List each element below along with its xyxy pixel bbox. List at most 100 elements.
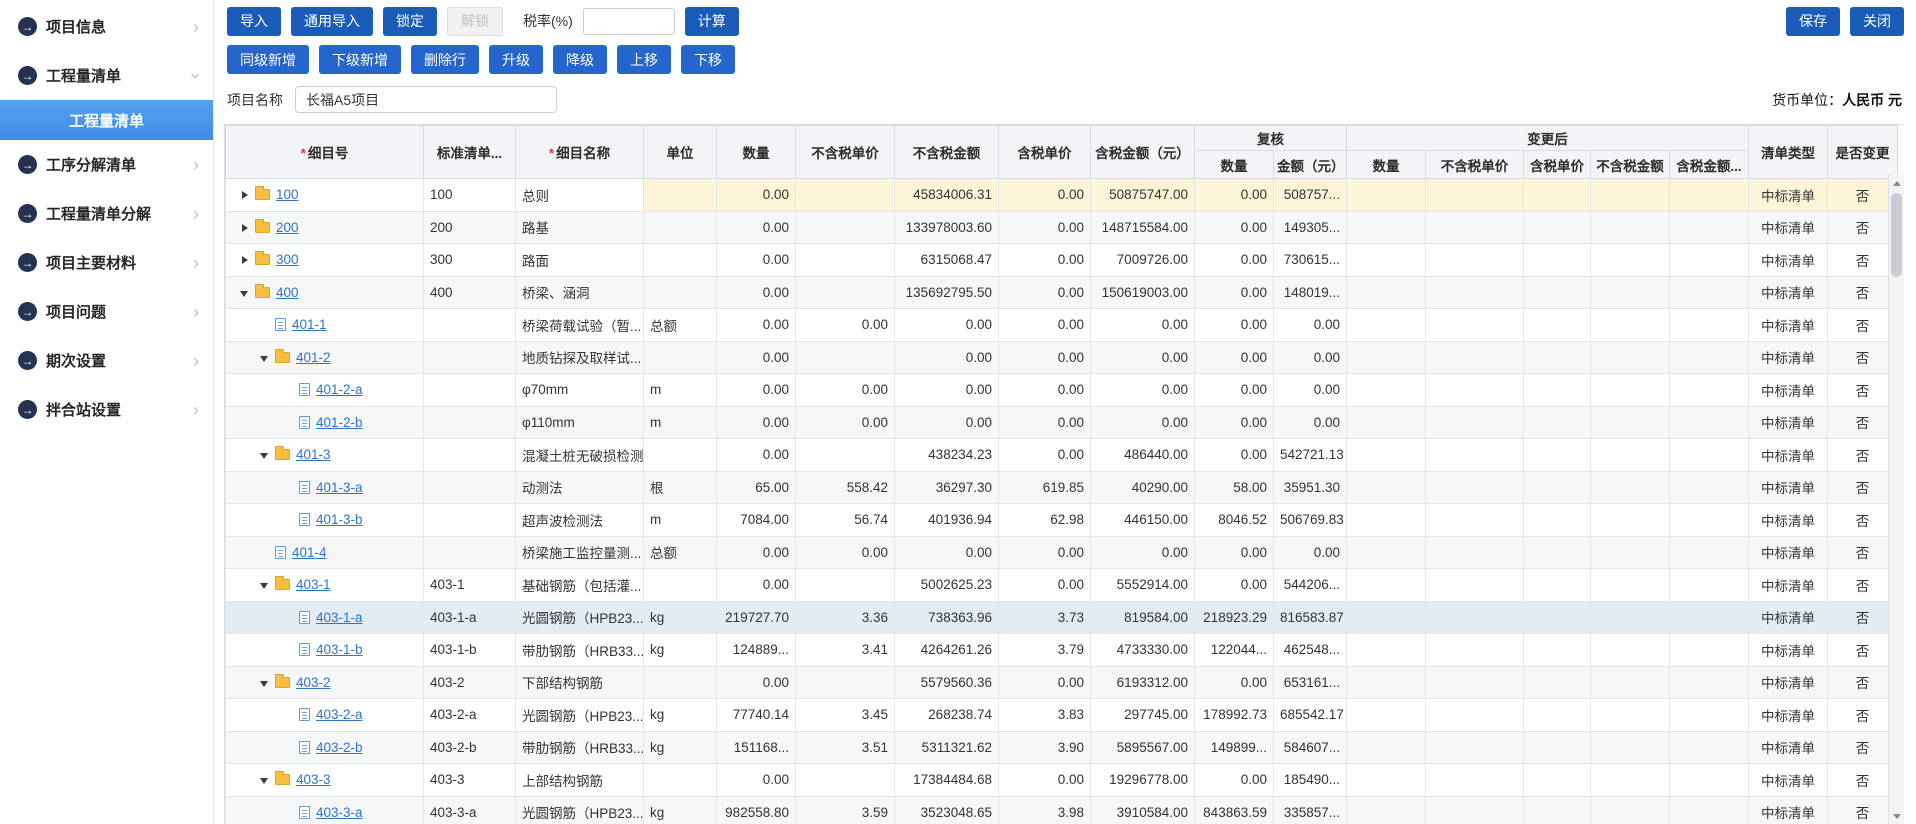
table-row[interactable]: 403-1-a403-1-a光圆钢筋（HPB23...kg219727.703.… [226,601,1898,634]
item-code-link[interactable]: 400 [276,285,299,300]
cell-review-qty: 218923.29 [1195,601,1274,634]
lock-button[interactable]: 锁定 [383,7,437,36]
downgrade-button[interactable]: 降级 [553,45,607,74]
table-row[interactable]: 401-3混凝土桩无破损检测0.00438234.230.00486440.00… [226,439,1898,472]
save-button[interactable]: 保存 [1786,7,1840,36]
cell-review-amount: 0.00 [1274,536,1347,569]
table-row[interactable]: 400400桥梁、涵洞0.00135692795.500.00150619003… [226,276,1898,309]
tree-caret-down-icon[interactable] [258,448,271,461]
close-button[interactable]: 关闭 [1850,7,1904,36]
item-code-link[interactable]: 403-3 [296,772,331,787]
item-code-link[interactable]: 403-3-a [316,805,363,820]
add-sibling-button[interactable]: 同级新增 [227,45,309,74]
sidebar-item-project-issues[interactable]: → 项目问题 › [0,287,213,336]
table-row[interactable]: 403-2-b403-2-b带肋钢筋（HRB33...kg151168...3.… [226,731,1898,764]
table-row[interactable]: 403-3403-3上部结构钢筋0.0017384484.680.0019296… [226,764,1898,797]
file-icon [299,513,310,526]
import-button[interactable]: 导入 [227,7,281,36]
scroll-up-arrow-icon[interactable] [1889,175,1904,191]
table-row[interactable]: 100100总则0.0045834006.310.0050875747.000.… [226,179,1898,212]
item-code-link[interactable]: 401-1 [292,317,327,332]
cell-price-inc-tax: 0.00 [999,764,1091,797]
table-row[interactable]: 403-2-a403-2-a光圆钢筋（HPB23...kg77740.143.4… [226,699,1898,732]
cell-changed-qty [1347,634,1426,667]
cell-unit [644,439,717,472]
cell-changed-price-ex-tax [1426,796,1524,824]
sidebar-item-main-materials[interactable]: → 项目主要材料 › [0,238,213,287]
cell-changed-amount-ex-tax [1591,276,1670,309]
col-header-price-ex-tax: 不含税单价 [796,126,895,179]
tree-caret-right-icon[interactable] [238,188,251,201]
cell-is-changed: 否 [1828,569,1898,602]
col-header-list-type: 清单类型 [1749,126,1828,179]
tree-caret-down-icon[interactable] [238,286,251,299]
add-child-button[interactable]: 下级新增 [319,45,401,74]
scrollbar-thumb[interactable] [1891,193,1902,277]
calculate-button[interactable]: 计算 [685,7,739,36]
cell-item-no: 403-1-a [226,601,424,634]
table-row[interactable]: 403-3-a403-3-a光圆钢筋（HPB23...kg982558.803.… [226,796,1898,824]
tree-caret-right-icon[interactable] [238,221,251,234]
item-code-link[interactable]: 200 [276,220,299,235]
item-code-link[interactable]: 403-1-b [316,642,363,657]
table-row[interactable]: 401-2-aφ70mmm0.000.000.000.000.000.000.0… [226,374,1898,407]
scroll-down-arrow-icon[interactable] [1889,808,1904,824]
cell-review-qty: 122044... [1195,634,1274,667]
sidebar-item-mixing-station-settings[interactable]: → 拌合站设置 › [0,385,213,434]
sidebar-item-boq-breakdown[interactable]: → 工程量清单分解 › [0,189,213,238]
table-row[interactable]: 401-1桥梁荷载试验（暂...总额0.000.000.000.000.000.… [226,309,1898,342]
item-code-link[interactable]: 401-3-b [316,512,363,527]
move-down-button[interactable]: 下移 [681,45,735,74]
table-row[interactable]: 403-1-b403-1-b带肋钢筋（HRB33...kg124889...3.… [226,634,1898,667]
cell-item-name: φ110mm [516,406,644,439]
tree-caret-right-icon[interactable] [238,253,251,266]
table-row[interactable]: 401-3-b超声波检测法m7084.0056.74401936.9462.98… [226,504,1898,537]
table-row[interactable]: 403-1403-1基础钢筋（包括灌...0.005002625.230.005… [226,569,1898,602]
item-code-link[interactable]: 401-2 [296,350,331,365]
table-row[interactable]: 401-3-a动测法根65.00558.4236297.30619.854029… [226,471,1898,504]
item-code-link[interactable]: 401-4 [292,545,327,560]
sidebar-subitem-boq-active[interactable]: 工程量清单 [0,100,213,140]
cell-price-inc-tax: 0.00 [999,374,1091,407]
project-name-input[interactable] [295,86,557,113]
vertical-scrollbar[interactable] [1888,175,1904,824]
table-row[interactable]: 403-2403-2下部结构钢筋0.005579560.360.00619331… [226,666,1898,699]
cell-item-no: 401-3-a [226,471,424,504]
table-row[interactable]: 401-2地质钻探及取样试...0.000.000.000.000.000.00… [226,341,1898,374]
cell-changed-amount-inc-tax [1670,504,1749,537]
tree-caret-down-icon[interactable] [258,351,271,364]
cell-item-name: 动测法 [516,471,644,504]
table-row[interactable]: 401-4桥梁施工监控量测...总额0.000.000.000.000.000.… [226,536,1898,569]
cell-review-qty: 178992.73 [1195,699,1274,732]
cell-changed-price-ex-tax [1426,764,1524,797]
item-code-link[interactable]: 401-2-b [316,415,363,430]
item-code-link[interactable]: 403-1-a [316,610,363,625]
item-code-link[interactable]: 403-2-b [316,740,363,755]
sidebar-item-project-info[interactable]: → 项目信息 › [0,2,213,51]
item-code-link[interactable]: 401-3 [296,447,331,462]
cell-qty: 219727.70 [717,601,796,634]
item-code-link[interactable]: 100 [276,187,299,202]
tree-caret-down-icon[interactable] [258,578,271,591]
sidebar-item-process-breakdown[interactable]: → 工序分解清单 › [0,140,213,189]
upgrade-button[interactable]: 升级 [489,45,543,74]
sidebar-item-boq[interactable]: → 工程量清单 › [0,51,213,100]
table-row[interactable]: 401-2-bφ110mmm0.000.000.000.000.000.000.… [226,406,1898,439]
item-code-link[interactable]: 403-2-a [316,707,363,722]
item-code-link[interactable]: 401-2-a [316,382,363,397]
move-up-button[interactable]: 上移 [617,45,671,74]
delete-row-button[interactable]: 删除行 [411,45,479,74]
tax-rate-input[interactable] [583,8,675,35]
general-import-button[interactable]: 通用导入 [291,7,373,36]
table-row[interactable]: 200200路基0.00133978003.600.00148715584.00… [226,211,1898,244]
table-row[interactable]: 300300路面0.006315068.470.007009726.000.00… [226,244,1898,277]
item-code-link[interactable]: 403-1 [296,577,331,592]
item-code-link[interactable]: 401-3-a [316,480,363,495]
tree-caret-down-icon[interactable] [258,676,271,689]
file-icon [299,708,310,721]
item-code-link[interactable]: 403-2 [296,675,331,690]
cell-item-name: 桥梁、涵洞 [516,276,644,309]
tree-caret-down-icon[interactable] [258,773,271,786]
sidebar-item-period-settings[interactable]: → 期次设置 › [0,336,213,385]
item-code-link[interactable]: 300 [276,252,299,267]
